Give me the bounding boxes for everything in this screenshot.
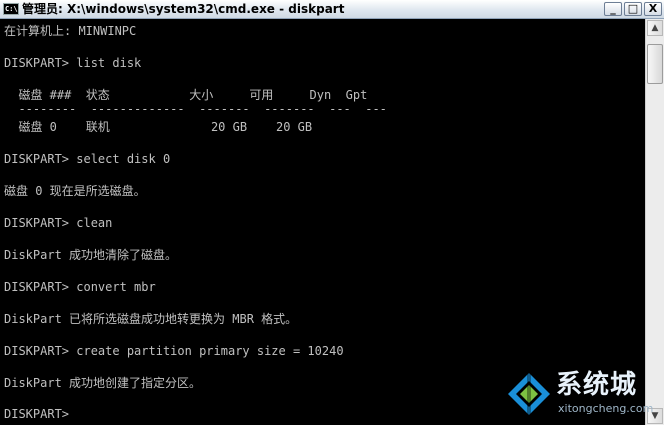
scroll-up-icon[interactable]: ▲ (647, 20, 663, 36)
console-line: DiskPart 成功地清除了磁盘。 (4, 248, 178, 262)
console-line: 磁盘 0 现在是所选磁盘。 (4, 184, 146, 198)
console-line: DISKPART> select disk 0 (4, 152, 171, 166)
title-bar[interactable]: C:\ 管理员: X:\windows\system32\cmd.exe - d… (0, 0, 664, 19)
window-title: 管理员: X:\windows\system32\cmd.exe - diskp… (22, 2, 345, 16)
watermark-logo-icon (508, 373, 550, 415)
watermark: 系统城 xitongcheng.com (506, 369, 658, 421)
watermark-url: xitongcheng.com (558, 402, 654, 415)
maximize-button[interactable]: □ (624, 2, 642, 16)
console-line: DISKPART> clean (4, 216, 113, 230)
console-line: 磁盘 0 联机 20 GB 20 GB (4, 120, 313, 134)
console-line: -------- ------------- ------- ------- -… (4, 102, 387, 116)
close-button[interactable]: X (644, 2, 662, 16)
console-output[interactable]: 在计算机上: MINWINPC DISKPART> list disk 磁盘 #… (0, 19, 645, 425)
console-line: DISKPART> create partition primary size … (4, 344, 344, 358)
console-line: DISKPART> convert mbr (4, 280, 156, 294)
watermark-brand: 系统城 (556, 370, 638, 400)
cmd-app-icon[interactable]: C:\ (3, 3, 19, 15)
console-line: 在计算机上: MINWINPC (4, 24, 137, 38)
console-line: DiskPart 已将所选磁盘成功地转更换为 MBR 格式。 (4, 312, 298, 326)
vertical-scrollbar[interactable]: ▲ ▼ (645, 19, 664, 425)
console-line: DISKPART> list disk (4, 56, 142, 70)
console-prompt: DISKPART> (4, 407, 70, 421)
console-line: 磁盘 ### 状态 大小 可用 Dyn Gpt (4, 88, 368, 102)
scroll-thumb[interactable] (647, 44, 663, 84)
minimize-button[interactable]: _ (604, 2, 622, 16)
console-line: DiskPart 成功地创建了指定分区。 (4, 376, 202, 390)
